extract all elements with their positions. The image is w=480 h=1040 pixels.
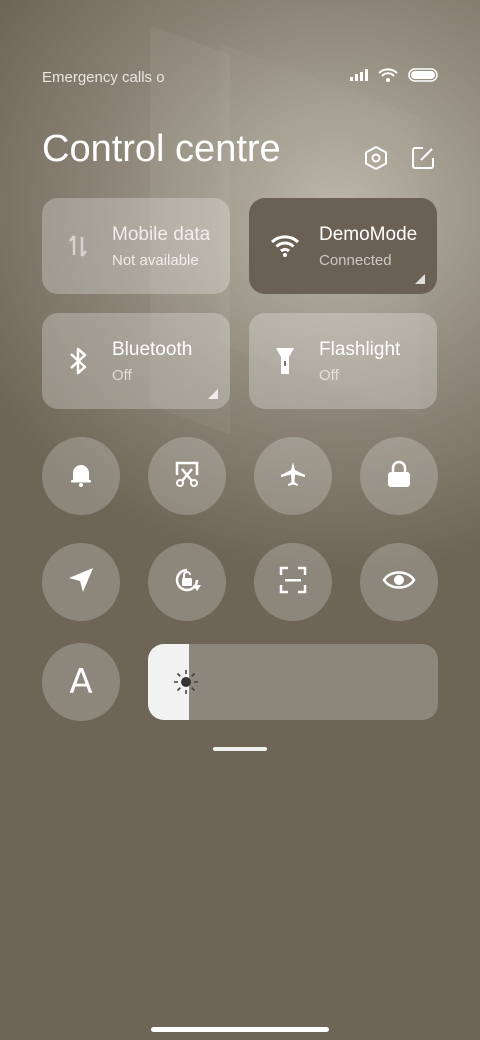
brightness-slider[interactable] (148, 644, 438, 720)
toggle-airplane[interactable] (254, 437, 332, 515)
tile-status: Off (112, 366, 132, 384)
eye-icon (382, 568, 416, 597)
screenshot-icon (172, 459, 202, 494)
tile-wifi[interactable]: DemoMode Connected (249, 198, 437, 294)
status-text: Emergency calls o (42, 68, 165, 86)
lock-icon (385, 459, 413, 494)
font-icon: A (69, 662, 93, 702)
expand-corner-icon[interactable] (415, 274, 425, 284)
tile-label: Mobile data (112, 223, 211, 245)
toggle-lock[interactable] (360, 437, 438, 515)
toggle-rotation-lock[interactable] (148, 543, 226, 621)
tile-status: Off (319, 366, 339, 384)
tile-status: Connected (319, 251, 392, 269)
tile-label: DemoMode (319, 223, 418, 245)
bell-icon (67, 460, 95, 493)
rotation-lock-icon (170, 563, 204, 602)
brightness-icon (172, 668, 200, 696)
toggle-screenshot[interactable] (148, 437, 226, 515)
edit-button[interactable] (405, 142, 441, 178)
mobile-data-icon (58, 226, 98, 266)
tile-flashlight[interactable]: Flashlight Off (249, 313, 437, 409)
status-icons (350, 67, 438, 87)
tile-mobile-data[interactable]: Mobile data Not available (42, 198, 230, 294)
page-title: Control centre (42, 128, 281, 170)
signal-icon (350, 68, 368, 86)
toggle-scanner[interactable] (254, 543, 332, 621)
pull-handle[interactable] (213, 747, 267, 751)
flashlight-icon (265, 341, 305, 381)
font-size-button[interactable]: A (42, 643, 120, 721)
home-indicator[interactable] (151, 1027, 329, 1032)
toggle-sound[interactable] (42, 437, 120, 515)
status-bar: Emergency calls o (42, 66, 438, 88)
tile-status: Not available (112, 251, 199, 269)
tile-label: Flashlight (319, 338, 401, 360)
location-icon (67, 566, 95, 599)
toggle-reading-mode[interactable] (360, 543, 438, 621)
airplane-icon (278, 459, 308, 494)
tile-label: Bluetooth (112, 338, 193, 360)
scanner-icon (278, 565, 308, 600)
edit-icon (410, 145, 436, 176)
settings-icon (363, 145, 389, 176)
wifi-icon (378, 67, 398, 87)
battery-icon (408, 67, 438, 87)
bluetooth-icon (58, 341, 98, 381)
expand-corner-icon[interactable] (208, 389, 218, 399)
toggle-location[interactable] (42, 543, 120, 621)
wifi-icon (265, 226, 305, 266)
tile-bluetooth[interactable]: Bluetooth Off (42, 313, 230, 409)
settings-button[interactable] (358, 142, 394, 178)
